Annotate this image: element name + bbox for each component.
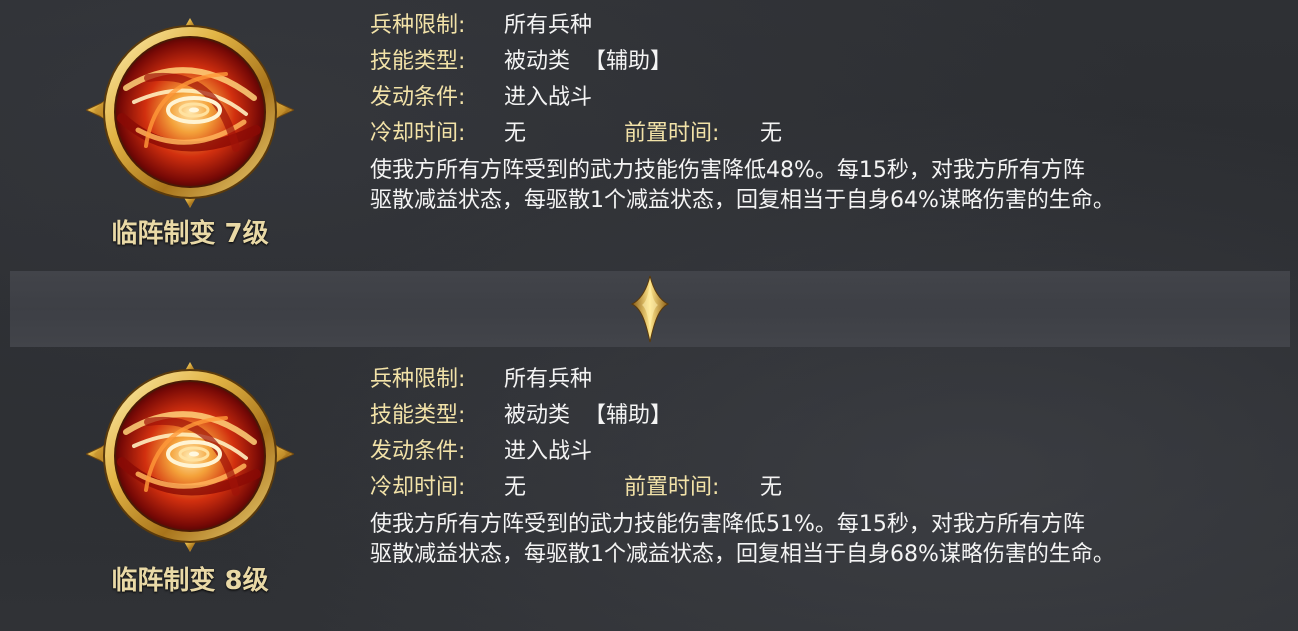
description-line-2: 驱散减益状态，每驱散1个减益状态，回复相当于自身64%谋略伤害的生命。	[370, 188, 1115, 213]
description-line-2: 驱散减益状态，每驱散1个减益状态，回复相当于自身68%谋略伤害的生命。	[370, 542, 1115, 567]
skill-type-value-group: 被动类 【辅助】	[504, 398, 672, 434]
skill-type-row: 技能类型: 被动类 【辅助】	[370, 44, 1270, 80]
skill-info-panel: 兵种限制: 所有兵种 技能类型: 被动类 【辅助】 发动条件: 进入战斗 冷却时间…	[370, 362, 1270, 570]
skill-type-value-group: 被动类 【辅助】	[504, 44, 672, 80]
description-line-1: 使我方所有方阵受到的武力技能伤害降低48%。每15秒，对我方所有方阵	[370, 158, 1085, 183]
troop-restriction-label: 兵种限制:	[370, 13, 466, 38]
skill-type-tag: 【辅助】	[584, 403, 673, 428]
skill-description: 使我方所有方阵受到的武力技能伤害降低48%。每15秒，对我方所有方阵 驱散减益状…	[370, 156, 1270, 216]
trigger-condition-value: 进入战斗	[504, 439, 593, 464]
skill-name: 临阵制变 8级	[111, 566, 269, 596]
skill-level-card-current: 临阵制变 7级 兵种限制: 所有兵种 技能类型: 被动类 【辅助】 发动条件: 进…	[0, 0, 1298, 265]
troop-restriction-row: 兵种限制: 所有兵种	[370, 8, 1270, 44]
troop-restriction-value: 所有兵种	[504, 13, 593, 38]
troop-restriction-value: 所有兵种	[504, 367, 593, 392]
timing-row: 冷却时间: 无 前置时间: 无	[370, 116, 1270, 152]
skill-level-card-next: 临阵制变 8级 兵种限制: 所有兵种 技能类型: 被动类 【辅助】 发动条件: 进…	[0, 352, 1298, 617]
precast-label: 前置时间:	[624, 121, 720, 146]
trigger-condition-label: 发动条件:	[370, 439, 466, 464]
cooldown-value: 无	[504, 121, 527, 146]
trigger-condition-row: 发动条件: 进入战斗	[370, 80, 1270, 116]
troop-restriction-label: 兵种限制:	[370, 367, 466, 392]
trigger-condition-value: 进入战斗	[504, 85, 593, 110]
precast-value: 无	[760, 121, 783, 146]
precast-label: 前置时间:	[624, 475, 720, 500]
trigger-condition-label: 发动条件:	[370, 85, 466, 110]
description-line-1: 使我方所有方阵受到的武力技能伤害降低51%。每15秒，对我方所有方阵	[370, 512, 1085, 537]
skill-info-panel: 兵种限制: 所有兵种 技能类型: 被动类 【辅助】 发动条件: 进入战斗 冷却时间…	[370, 8, 1270, 216]
timing-row: 冷却时间: 无 前置时间: 无	[370, 470, 1270, 506]
troop-restriction-row: 兵种限制: 所有兵种	[370, 362, 1270, 398]
skill-type-row: 技能类型: 被动类 【辅助】	[370, 398, 1270, 434]
skill-type-value: 被动类	[504, 403, 571, 428]
cooldown-value: 无	[504, 475, 527, 500]
skill-type-label: 技能类型:	[370, 403, 466, 428]
trigger-condition-row: 发动条件: 进入战斗	[370, 434, 1270, 470]
fire-swirl-emblem-icon	[86, 18, 294, 208]
skill-name: 临阵制变 7级	[111, 219, 269, 249]
cooldown-label: 冷却时间:	[370, 475, 466, 500]
precast-value: 无	[760, 475, 783, 500]
cooldown-label: 冷却时间:	[370, 121, 466, 146]
fire-swirl-emblem-icon	[86, 362, 294, 552]
skill-type-label: 技能类型:	[370, 49, 466, 74]
skill-type-value: 被动类	[504, 49, 571, 74]
skill-description: 使我方所有方阵受到的武力技能伤害降低51%。每15秒，对我方所有方阵 驱散减益状…	[370, 510, 1270, 570]
golden-arrow-down-icon	[630, 275, 670, 343]
skill-type-tag: 【辅助】	[584, 49, 673, 74]
